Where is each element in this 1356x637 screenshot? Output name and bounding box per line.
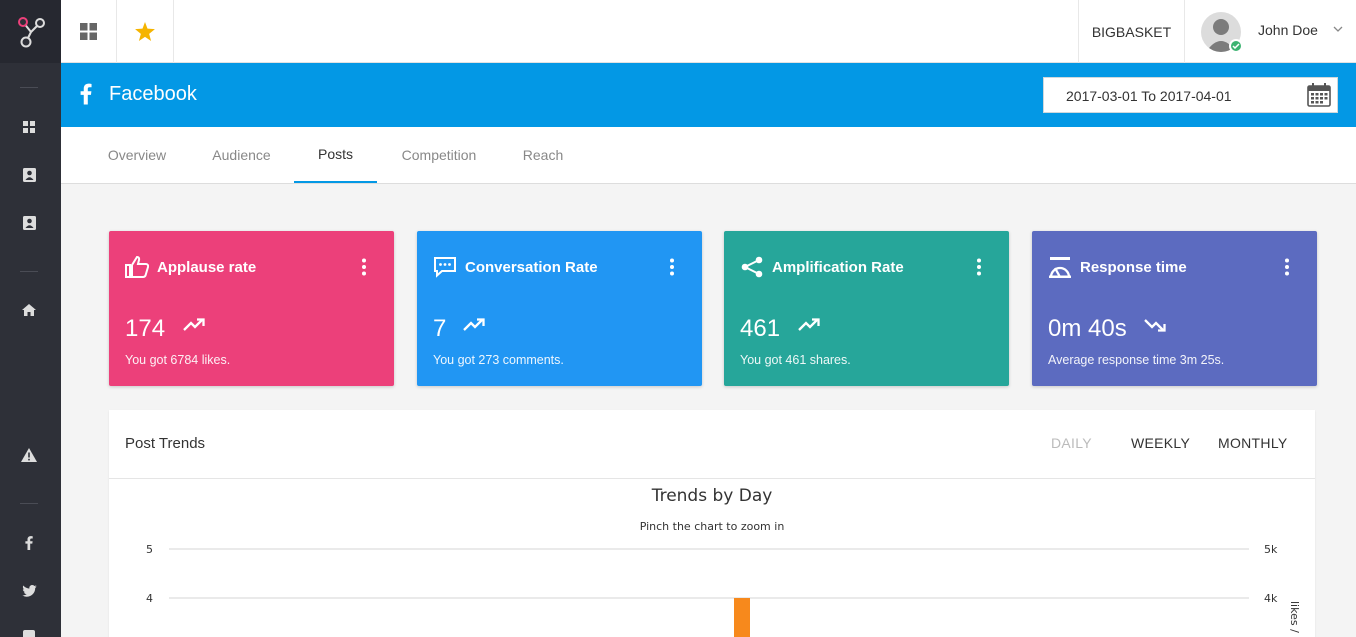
more-vertical-icon[interactable] <box>1284 258 1290 276</box>
y-left-tick-label: 5 <box>146 543 153 556</box>
sidebar-item-profiles[interactable] <box>19 213 39 233</box>
card-title: Response time <box>1080 259 1187 276</box>
trending-down-icon <box>1144 319 1166 332</box>
page-title: Facebook <box>109 83 197 105</box>
post-trends-panel: Post Trends DAILY WEEKLY MONTHLY Trends … <box>109 410 1315 637</box>
left-sidebar <box>0 0 61 637</box>
thumbs-up-icon <box>125 256 149 278</box>
card-title: Amplification Rate <box>772 259 904 276</box>
grid-icon <box>80 23 97 40</box>
sidebar-item-twitter[interactable] <box>19 581 39 601</box>
more-vertical-icon[interactable] <box>361 258 367 276</box>
chart-title: Trends by Day <box>651 486 773 506</box>
more-vertical-icon[interactable] <box>669 258 675 276</box>
sidebar-divider <box>20 503 38 504</box>
company-name: BIGBASKET <box>1091 23 1172 40</box>
sidebar-item-instagram[interactable] <box>19 626 39 637</box>
trending-up-icon <box>463 318 485 331</box>
graph-logo-icon <box>17 16 45 47</box>
trends-chart[interactable]: 5 5k 4 4k likes / <box>109 535 1315 637</box>
y-right-axis-label: likes / <box>1288 601 1301 633</box>
sidebar-divider <box>20 87 38 88</box>
tab-audience[interactable]: Audience <box>194 127 289 183</box>
comment-icon <box>434 257 456 278</box>
card-value: 7 <box>433 315 447 342</box>
amplification-rate-card[interactable]: Amplification Rate 461 You got 461 share… <box>724 231 1009 386</box>
y-right-tick-label: 5k <box>1264 543 1278 556</box>
home-icon <box>22 304 36 316</box>
card-title: Applause rate <box>157 259 257 276</box>
top-bar: BIGBASKET John Doe <box>61 0 1356 63</box>
facebook-icon <box>25 536 33 550</box>
more-vertical-icon[interactable] <box>976 258 982 276</box>
card-value: 0m 40s <box>1048 315 1127 342</box>
calendar-icon[interactable] <box>1307 83 1331 107</box>
y-right-tick-label: 4k <box>1264 592 1278 605</box>
profile-card-icon <box>22 216 36 230</box>
timer-icon <box>1049 257 1071 278</box>
page-header: Facebook 2017-03-01 To 2017-04-01 <box>61 63 1356 127</box>
period-daily-button[interactable]: DAILY <box>1051 435 1092 451</box>
user-menu[interactable]: John Doe <box>1185 0 1356 63</box>
sidebar-item-contacts[interactable] <box>19 165 39 185</box>
trending-up-icon <box>798 318 820 331</box>
share-icon <box>741 256 763 278</box>
star-icon <box>135 22 155 41</box>
chart-subtitle: Pinch the chart to zoom in <box>639 520 785 533</box>
instagram-icon <box>23 630 35 637</box>
post-trends-header: Post Trends DAILY WEEKLY MONTHLY <box>109 410 1315 479</box>
company-selector[interactable]: BIGBASKET <box>1078 0 1185 63</box>
y-left-tick-label: 4 <box>146 592 153 605</box>
trending-up-icon <box>183 318 205 331</box>
sidebar-item-dashboard[interactable] <box>19 117 39 137</box>
card-subtitle: You got 461 shares. <box>740 353 851 367</box>
bar <box>734 598 750 637</box>
date-range-picker[interactable]: 2017-03-01 To 2017-04-01 <box>1043 77 1338 113</box>
app-logo[interactable] <box>0 0 61 63</box>
post-trends-title: Post Trends <box>125 435 206 452</box>
period-monthly-button[interactable]: MONTHLY <box>1218 435 1288 451</box>
favorites-button[interactable] <box>117 0 174 63</box>
period-weekly-button[interactable]: WEEKLY <box>1131 435 1190 451</box>
chevron-down-icon <box>1333 26 1343 32</box>
grid-icon <box>23 121 35 133</box>
sidebar-item-facebook[interactable] <box>19 533 39 553</box>
applause-rate-card[interactable]: Applause rate 174 You got 6784 likes. <box>109 231 394 386</box>
user-name: John Doe <box>1258 22 1318 38</box>
tab-posts[interactable]: Posts <box>294 127 377 183</box>
card-subtitle: You got 273 comments. <box>433 353 564 367</box>
sidebar-item-home[interactable] <box>19 300 39 320</box>
contact-card-icon <box>22 168 36 182</box>
tab-reach[interactable]: Reach <box>509 127 577 183</box>
card-subtitle: You got 6784 likes. <box>125 353 231 367</box>
section-tabs: Overview Audience Posts Competition Reac… <box>61 127 1356 184</box>
date-range-value: 2017-03-01 To 2017-04-01 <box>1066 88 1232 104</box>
warning-icon <box>21 448 37 462</box>
online-status-icon <box>1229 39 1243 53</box>
card-value: 174 <box>125 315 166 342</box>
twitter-icon <box>21 585 37 597</box>
card-subtitle: Average response time 3m 25s. <box>1048 353 1225 367</box>
sidebar-divider <box>20 271 38 272</box>
card-value: 461 <box>740 315 781 342</box>
tab-competition[interactable]: Competition <box>387 127 491 183</box>
facebook-icon <box>80 83 92 105</box>
response-time-card[interactable]: Response time 0m 40s Average response ti… <box>1032 231 1317 386</box>
tab-overview[interactable]: Overview <box>89 127 185 183</box>
sidebar-item-alerts[interactable] <box>19 445 39 465</box>
card-title: Conversation Rate <box>465 259 598 276</box>
apps-grid-button[interactable] <box>61 0 117 63</box>
conversation-rate-card[interactable]: Conversation Rate 7 You got 273 comments… <box>417 231 702 386</box>
